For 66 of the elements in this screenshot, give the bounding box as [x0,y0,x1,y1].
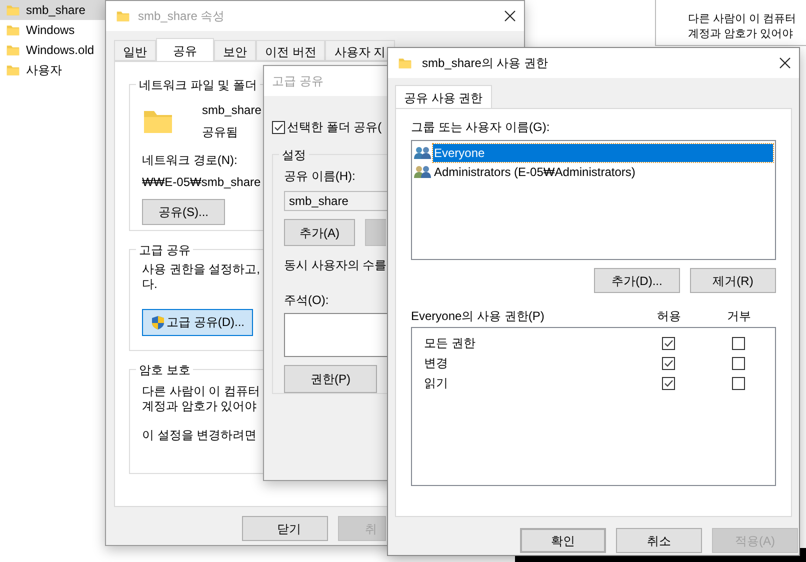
tab[interactable]: 보안 [214,40,256,61]
close-icon[interactable] [504,10,516,22]
network-path: ₩₩E-05₩smb_share [142,174,261,191]
column-header: 거부 [726,308,752,325]
tab[interactable]: 일반 [114,40,156,61]
checkbox-label: 선택한 폴더 공유( [287,119,382,136]
tab[interactable]: 사용자 지 [325,40,395,61]
user-name: Administrators (E-05₩Administrators) [433,164,636,180]
field-label: 공유 이름(H): [284,168,356,185]
folder-item[interactable]: Windows [0,20,105,40]
folder-name: smb_share [202,102,262,119]
advanced-sharing-button[interactable]: 고급 공유(D)... [142,309,253,336]
description-text: 사용 권한을 설정하고, [142,262,260,277]
permission-name: 모든 권한 [423,335,476,352]
description-text: 다른 사람이 이 컴퓨터 [688,12,796,27]
window-title: smb_share 속성 [138,8,225,25]
field-label: 네트워크 경로(N): [142,152,238,169]
remove-button[interactable]: 제거(R) [690,268,776,293]
description-text: 동시 사용자의 수를 [284,257,387,274]
tab[interactable]: 이전 버전 [256,40,326,61]
folder-item[interactable]: smb_share [0,0,105,20]
checkbox[interactable] [272,120,285,134]
column-header: 허용 [656,308,682,325]
users-icon [414,146,432,160]
checkbox[interactable] [732,376,744,390]
shield-icon [150,315,164,330]
window-title: 고급 공유 [272,73,324,90]
share-button[interactable]: 공유(S)... [142,199,225,225]
permissions-button[interactable]: 권한(P) [284,365,377,393]
permission-name: 변경 [423,355,449,372]
share-name-field[interactable]: smb_share [284,191,387,211]
checkbox[interactable] [732,336,744,350]
field-label: Everyone의 사용 권한(P) [411,308,546,325]
checkbox[interactable] [662,336,674,350]
users-icon [414,164,432,178]
tab[interactable]: 공유 사용 권한 [395,85,492,108]
comment-field[interactable] [284,313,387,357]
folder-icon [398,56,412,70]
folder-icon [6,43,20,57]
description-text: 다. [142,277,158,292]
share-status: 공유됨 [202,124,239,141]
folder-icon [6,23,20,37]
description-text: 다른 사람이 이 컴퓨터 [142,384,260,399]
cancel-button[interactable]: 취소 [616,528,702,553]
close-button[interactable]: 닫기 [242,516,328,541]
folder-item[interactable]: 사용자 [0,60,105,80]
add-button[interactable]: 추가(A) [284,219,355,246]
tab[interactable]: 공유 [156,38,214,61]
checkbox[interactable] [662,356,674,370]
description-text: 계정과 암호가 있어야 [142,399,257,414]
folder-icon [116,9,130,23]
ok-button[interactable]: 확인 [520,528,606,553]
add-button[interactable]: 추가(D)... [594,268,680,293]
description-text: 이 설정을 변경하려면 [142,428,257,443]
checkbox[interactable] [732,356,744,370]
folder-icon [6,3,20,17]
user-item[interactable]: Administrators (E-05₩Administrators) [414,162,773,181]
permission-name: 읽기 [423,375,449,392]
close-icon[interactable] [779,57,791,69]
folder-icon [6,63,20,77]
window-title: smb_share의 사용 권한 [422,55,548,72]
description-text: 계정과 암호가 있어야 [688,27,794,42]
field-label: 주석(O): [284,292,329,309]
folder-item[interactable]: Windows.old [0,40,105,60]
checkbox[interactable] [662,376,674,390]
field-label: 그룹 또는 사용자 이름(G): [411,119,551,136]
